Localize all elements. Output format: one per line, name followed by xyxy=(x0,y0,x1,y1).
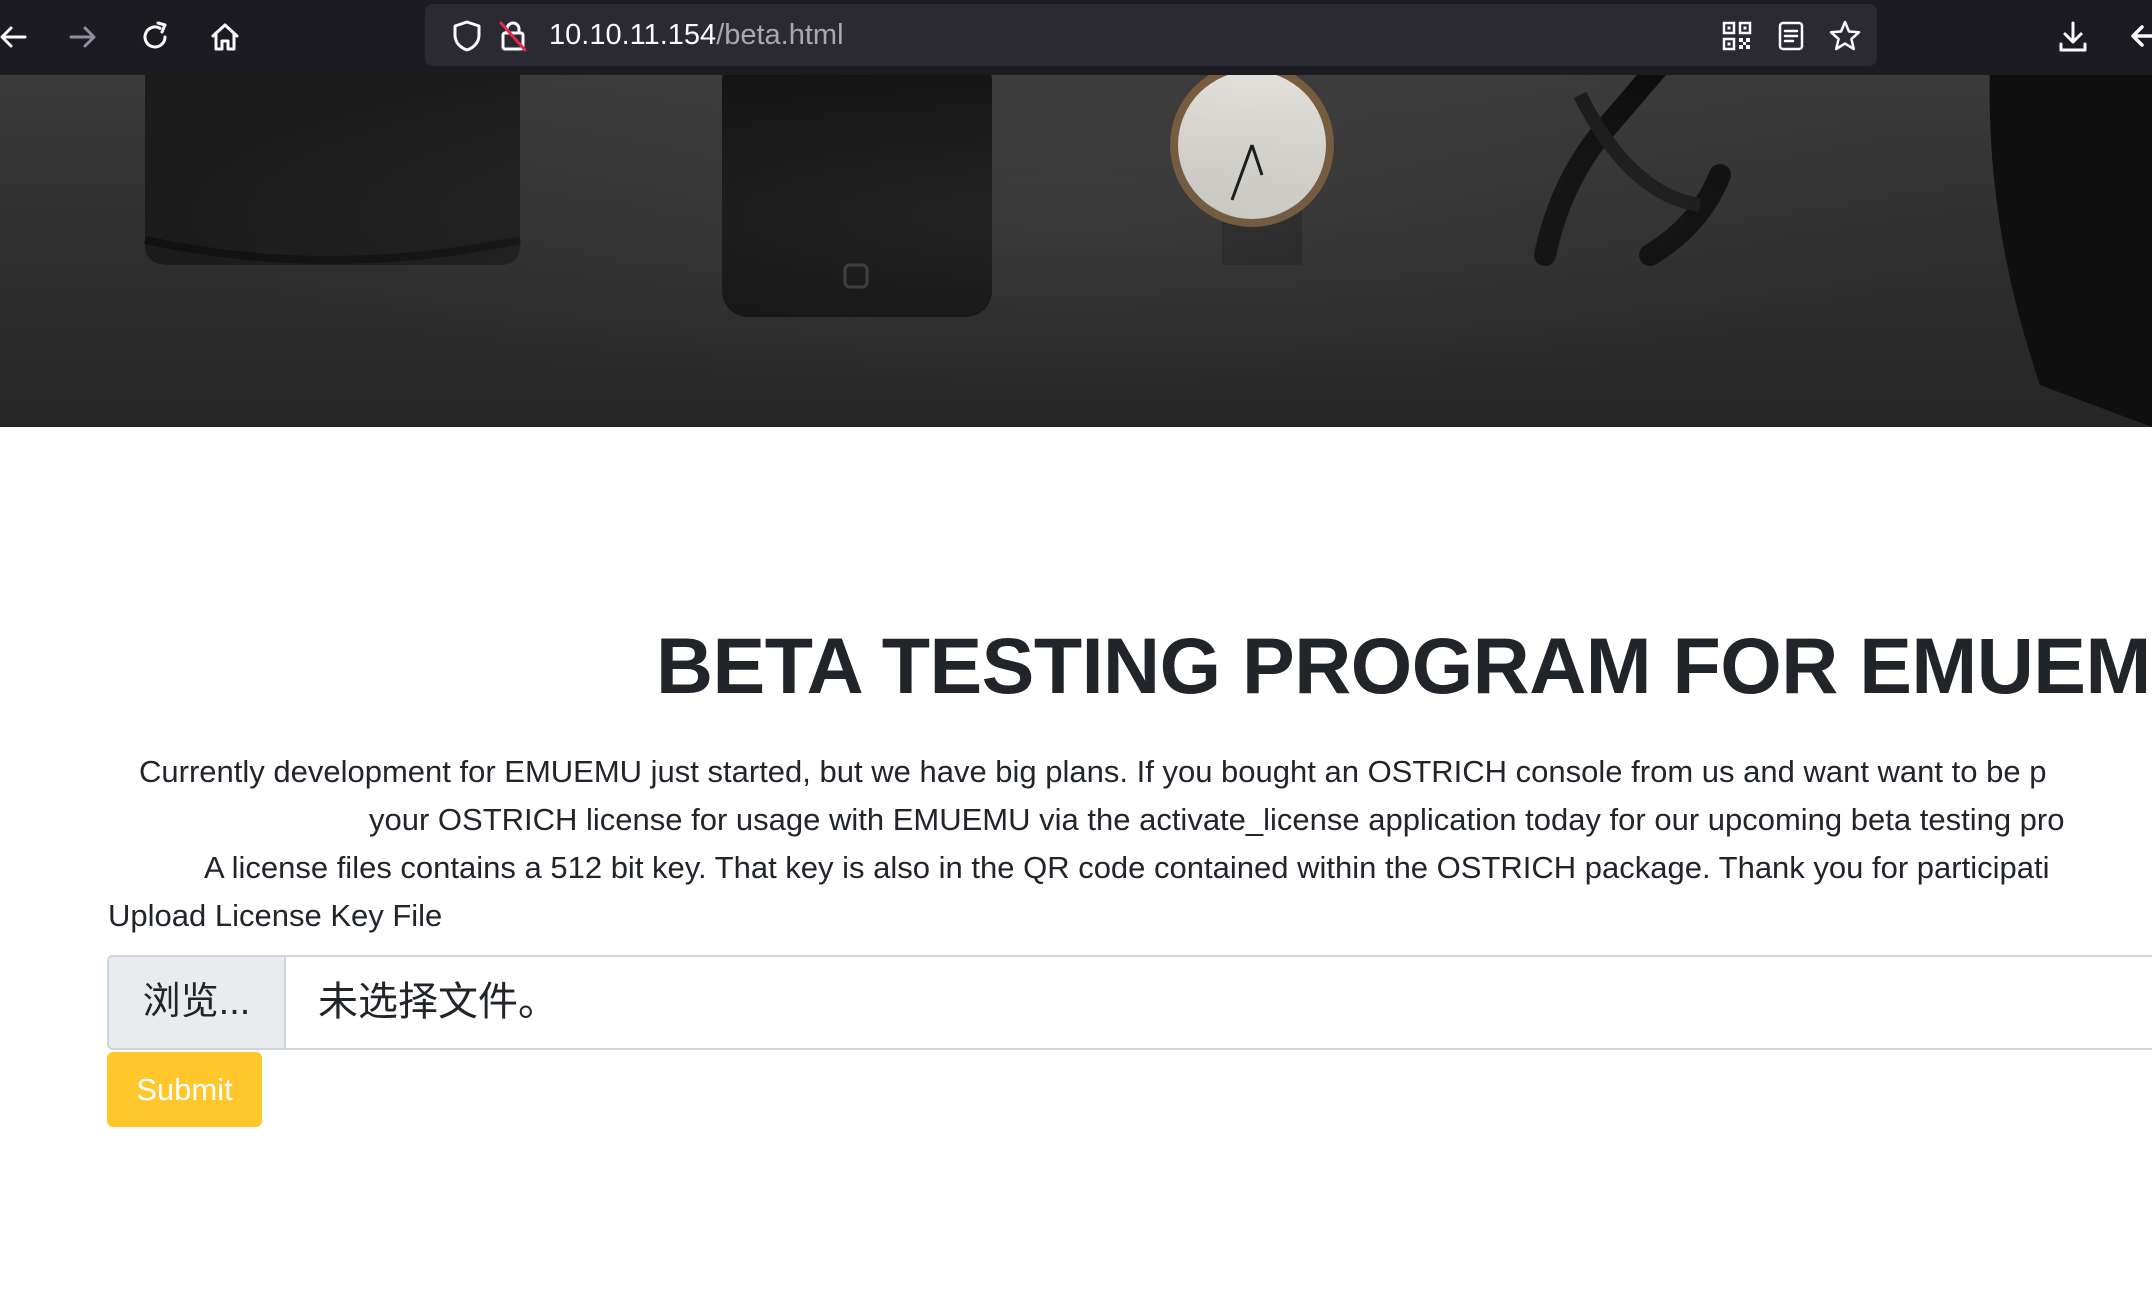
page-title: BETA TESTING PROGRAM FOR EMUEMU xyxy=(656,621,2152,710)
reload-icon xyxy=(143,21,167,49)
qr-code-icon xyxy=(1722,21,1752,51)
reload-button[interactable] xyxy=(128,10,182,64)
url-text[interactable]: 10.10.11.154/beta.html xyxy=(549,4,844,66)
qr-code-button[interactable] xyxy=(1715,14,1759,58)
license-file-input[interactable]: 浏览... 未选择文件。 xyxy=(107,955,2152,1050)
tracking-protection-button[interactable] xyxy=(445,14,489,58)
home-icon xyxy=(211,23,239,51)
bookmark-button[interactable] xyxy=(1823,14,1867,58)
browser-toolbar: 10.10.11.154/beta.html xyxy=(0,0,2152,75)
url-host: 10.10.11.154 xyxy=(549,19,717,51)
description-line-3: A license files contains a 512 bit key. … xyxy=(204,850,2050,885)
bookmark-star-icon xyxy=(1829,20,1861,51)
browse-button[interactable]: 浏览... xyxy=(109,957,286,1048)
download-icon xyxy=(2059,21,2087,52)
back-arrow-icon xyxy=(0,26,27,48)
shield-icon xyxy=(453,20,481,52)
back-button[interactable] xyxy=(0,10,40,64)
downloads-button[interactable] xyxy=(2046,10,2100,64)
site-security-button[interactable] xyxy=(491,14,535,58)
description-line-2: your OSTRICH license for usage with EMUE… xyxy=(369,802,2065,837)
file-status-text: 未选择文件。 xyxy=(318,980,558,1024)
url-bar[interactable]: 10.10.11.154/beta.html xyxy=(425,4,1877,66)
reader-view-button[interactable] xyxy=(1769,14,1813,58)
forward-arrow-icon xyxy=(69,26,96,48)
reader-view-icon xyxy=(1778,21,1804,51)
insecure-lock-icon xyxy=(499,21,527,52)
submit-button[interactable]: Submit xyxy=(107,1052,262,1127)
upload-license-label: Upload License Key File xyxy=(108,898,443,933)
hero-image xyxy=(0,75,2152,427)
toolbar-overflow-button[interactable] xyxy=(2118,10,2152,64)
description-line-1: Currently development for EMUEMU just st… xyxy=(139,754,2047,789)
home-button[interactable] xyxy=(198,10,252,64)
back-partial-icon xyxy=(2131,25,2152,47)
url-path: /beta.html xyxy=(716,19,844,51)
hero-photo-illustration xyxy=(144,75,2152,427)
forward-button[interactable] xyxy=(56,10,110,64)
